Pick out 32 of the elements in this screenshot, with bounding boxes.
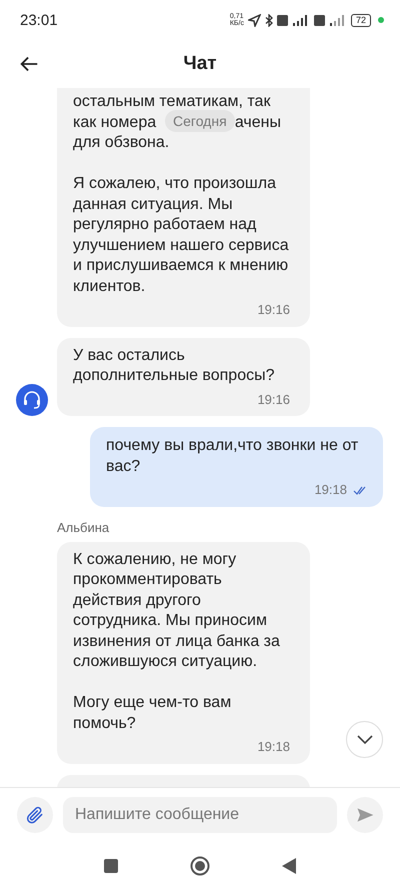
message-text: Я сожалею, что произошла данная ситуация. Мы регулярно работаем над улучшением нашего сервиса и прислушиваемся к мнению клиентов. xyxy=(73,174,290,296)
message-text: ачены xyxy=(234,112,281,132)
message-input[interactable]: Напишите сообщение xyxy=(63,797,337,833)
message-text: остальным тематикам, так xyxy=(73,92,272,112)
message-text: К сожалению, не могу прокомментировать действия другого сотрудника. Мы приносим извинения от лица банка за сложившуюся ситуацию. xyxy=(73,550,281,672)
message-text: У вас остались дополнительные вопросы? xyxy=(73,346,276,386)
location-icon xyxy=(248,14,261,26)
paperclip-icon xyxy=(25,805,45,825)
status-time: 23:01 xyxy=(20,12,58,28)
scroll-down-button[interactable] xyxy=(346,721,383,758)
message-text: как номера xyxy=(73,112,156,132)
chat-title: Чат xyxy=(183,53,217,75)
message-text: почему вы врали,что звонки не от вас? xyxy=(106,436,360,476)
battery-level: 72 xyxy=(350,14,371,26)
message-time: 19:18 xyxy=(314,481,347,499)
attach-button[interactable] xyxy=(17,797,53,833)
send-button[interactable] xyxy=(347,797,383,833)
recents-icon[interactable] xyxy=(104,858,118,872)
message-time: 19:16 xyxy=(257,301,290,319)
back-icon[interactable] xyxy=(282,858,296,874)
chevron-down-icon xyxy=(356,734,372,744)
bluetooth-icon xyxy=(264,14,273,26)
message-time: 19:18 xyxy=(257,738,290,756)
date-chip: Сегодня xyxy=(165,110,235,132)
home-icon[interactable] xyxy=(190,856,210,876)
sender-name: Альбина xyxy=(56,520,110,534)
indicator-dot xyxy=(378,17,384,23)
message-text: Могу еще чем-то вам помочь? xyxy=(73,693,232,734)
signal-icon xyxy=(292,14,310,26)
message-time: 19:16 xyxy=(257,390,290,408)
message-text: для обзвона. xyxy=(73,133,170,153)
signal-icon xyxy=(328,14,347,26)
